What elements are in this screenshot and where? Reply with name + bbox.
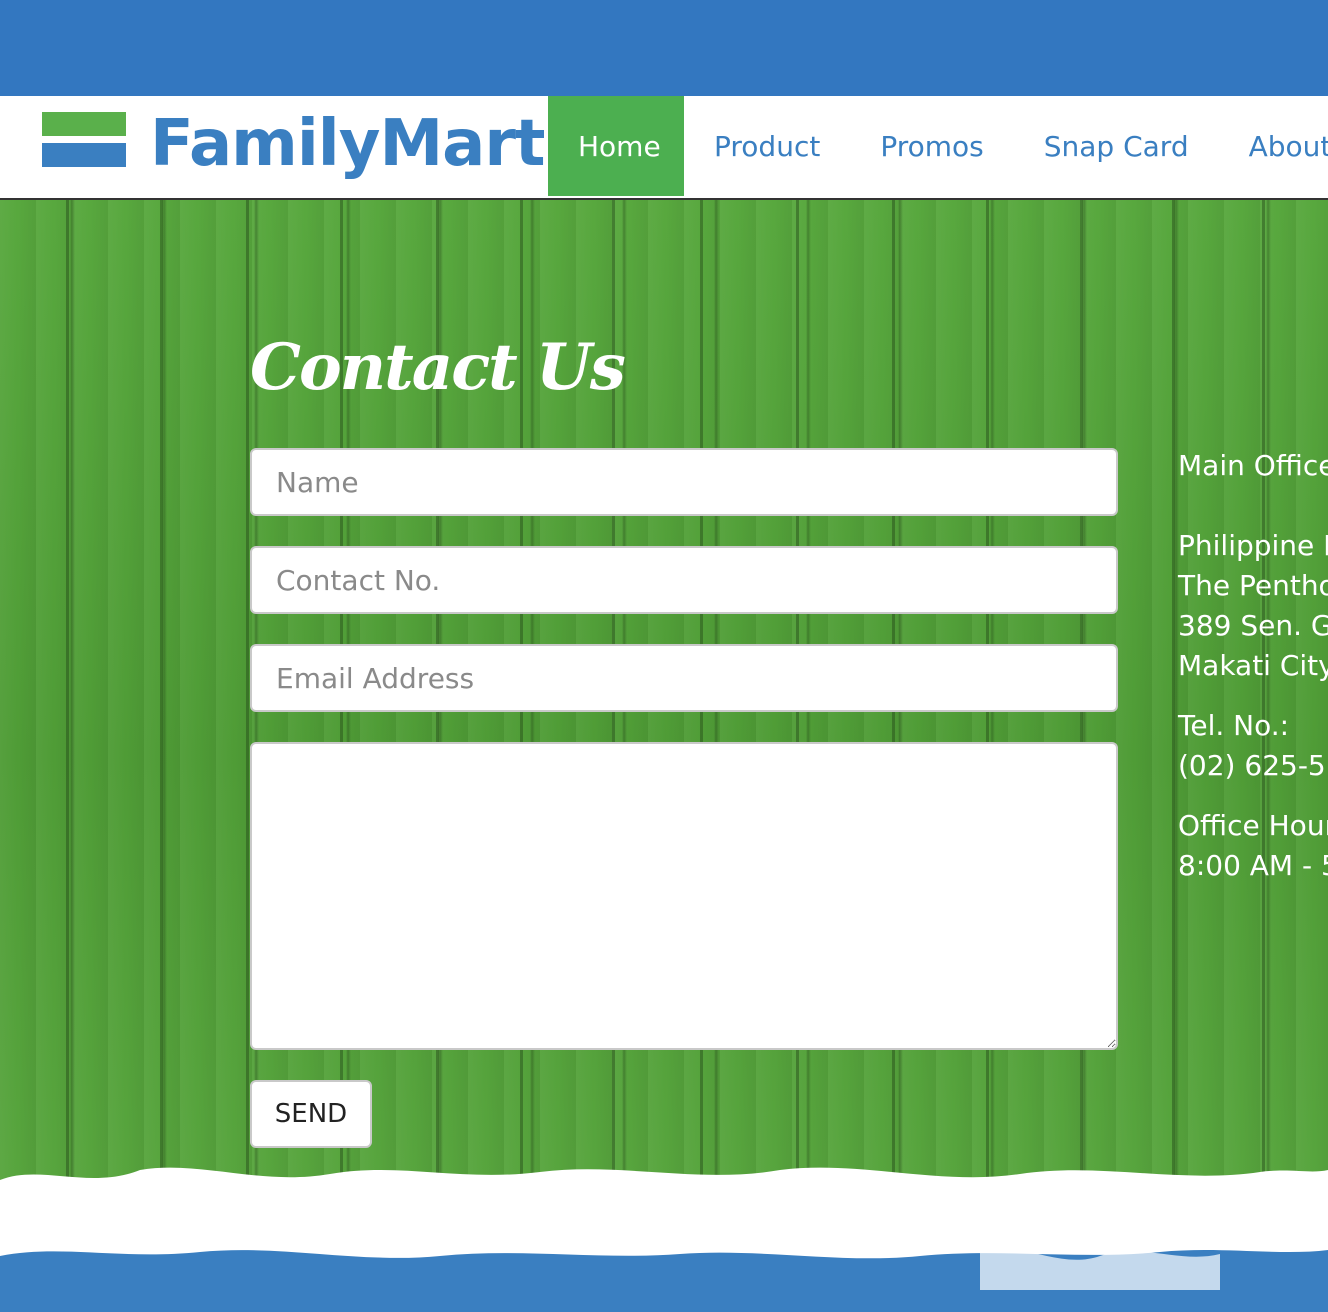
main-nav: Home Product Promos Snap Card About xyxy=(548,96,1328,196)
logo-stripes-icon xyxy=(42,110,126,170)
paint-splash-decoration xyxy=(0,1167,1328,1312)
nav-item-home[interactable]: Home xyxy=(548,96,684,196)
office-info: Main Office Philippine F The Pentho 389 … xyxy=(1178,446,1328,886)
hours-label: Office Hour xyxy=(1178,809,1328,842)
nav-item-product[interactable]: Product xyxy=(684,96,850,196)
message-textarea[interactable] xyxy=(250,742,1118,1050)
send-button[interactable]: SEND xyxy=(250,1080,372,1148)
contact-number-input[interactable] xyxy=(250,546,1118,614)
main-navbar: FamilyMart Home Product Promos Snap Card… xyxy=(0,96,1328,200)
tel-value: (02) 625-570 xyxy=(1178,749,1328,782)
office-heading: Main Office xyxy=(1178,449,1328,482)
address-line: Philippine F xyxy=(1178,529,1328,562)
name-input[interactable] xyxy=(250,448,1118,516)
address-line: The Pentho xyxy=(1178,569,1328,602)
nav-item-promos[interactable]: Promos xyxy=(850,96,1013,196)
address-line: 389 Sen. Gil xyxy=(1178,609,1328,642)
nav-item-snap-card[interactable]: Snap Card xyxy=(1014,96,1219,196)
top-banner xyxy=(0,0,1328,96)
logo-wordmark: FamilyMart xyxy=(150,107,545,181)
familymart-logo[interactable]: FamilyMart xyxy=(42,107,545,184)
email-input[interactable] xyxy=(250,644,1118,712)
hours-value: 8:00 AM - 5: xyxy=(1178,849,1328,882)
contact-section: Contact Us SEND Main Office Philippine F… xyxy=(0,200,1328,1312)
contact-us-heading: Contact Us xyxy=(250,330,626,405)
nav-item-about[interactable]: About xyxy=(1219,96,1328,196)
tel-label: Tel. No.: xyxy=(1178,709,1290,742)
address-line: Makati City xyxy=(1178,649,1328,682)
